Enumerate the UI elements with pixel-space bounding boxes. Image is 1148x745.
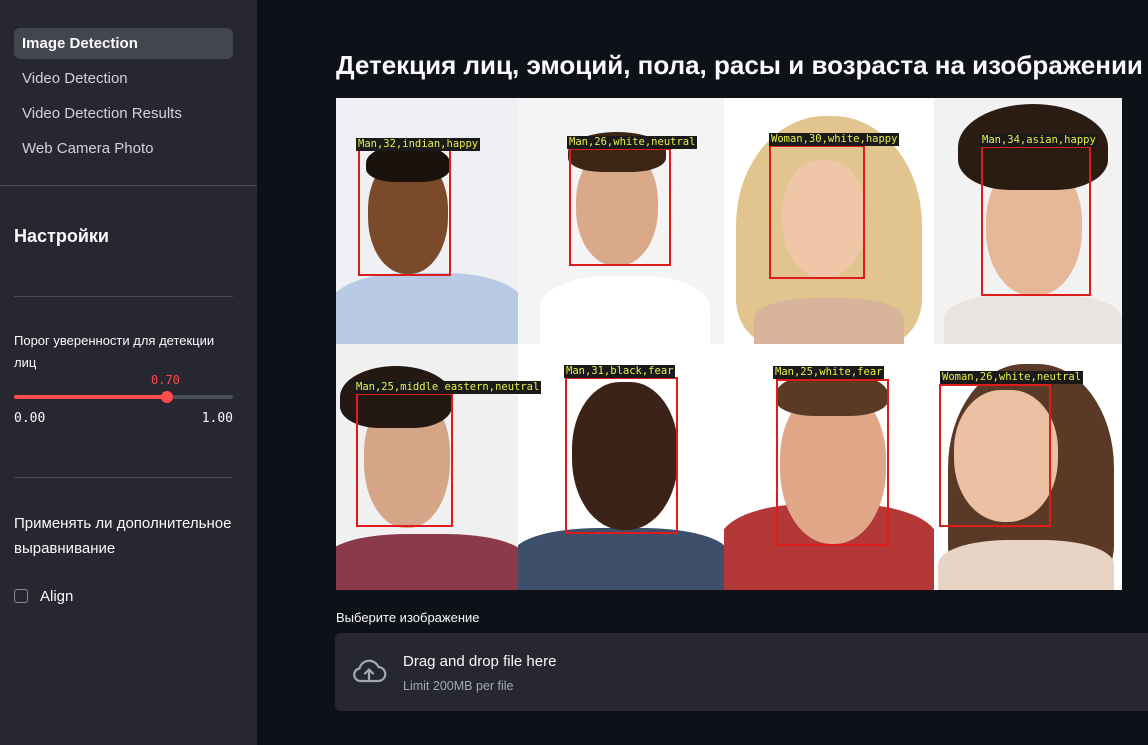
detection-label: Man,34,asian,happy: [980, 134, 1098, 147]
shirt-shape: [754, 298, 904, 344]
face-bounding-box: [569, 148, 671, 266]
detection-label: Man,25,white,fear: [773, 366, 885, 379]
confidence-slider-min: 0.00: [14, 411, 46, 426]
align-checkbox-label: Align: [40, 587, 74, 605]
face-bounding-box: [565, 377, 678, 534]
detection-label: Man,32,indian,happy: [356, 138, 481, 151]
dropzone-title: Drag and drop file here: [403, 653, 557, 670]
confidence-slider-label: Порог уверенности для детекции лиц: [14, 333, 215, 370]
shirt-shape: [938, 540, 1114, 590]
shirt-shape: [336, 273, 518, 344]
shirt-shape: [336, 534, 518, 590]
cloud-upload-icon: [353, 659, 387, 683]
detection-label: Man,31,black,fear: [564, 365, 676, 378]
shirt-shape: [944, 294, 1122, 344]
confidence-slider-value: 0.70: [151, 373, 180, 387]
uploader-label: Выберите изображение: [336, 610, 480, 625]
nav-item-image-detection[interactable]: Image Detection: [14, 28, 233, 59]
detection-label: Man,25,middle eastern,neutral: [354, 381, 542, 394]
face-bounding-box: [358, 149, 451, 276]
settings-divider: [14, 296, 233, 297]
confidence-slider[interactable]: [14, 391, 233, 403]
slider-divider: [14, 477, 233, 478]
nav-item-video-detection[interactable]: Video Detection: [14, 63, 233, 94]
file-dropzone[interactable]: Drag and drop file here Limit 200MB per …: [335, 633, 1148, 711]
confidence-slider-thumb[interactable]: [161, 391, 174, 403]
confidence-slider-fill: [14, 395, 168, 399]
detection-label: Woman,26,white,neutral: [940, 371, 1084, 384]
align-checkbox-row[interactable]: Align: [14, 586, 73, 606]
settings-title: Настройки: [14, 226, 109, 246]
nav-item-video-detection-results[interactable]: Video Detection Results: [14, 98, 233, 129]
dropzone-limit: Limit 200MB per file: [403, 679, 514, 693]
sidebar: Image Detection Video Detection Video De…: [0, 0, 257, 745]
nav-item-web-camera-photo[interactable]: Web Camera Photo: [14, 133, 233, 164]
face-bounding-box: [939, 384, 1051, 527]
detection-label: Woman,30,white,happy: [769, 133, 900, 146]
nav-divider: [0, 185, 257, 186]
confidence-slider-max: 1.00: [201, 411, 233, 426]
shirt-shape: [540, 276, 710, 344]
face-bounding-box: [981, 146, 1091, 296]
detection-result-image: Man,32,indian,happy Man,26,white,neutral…: [336, 98, 1122, 590]
face-bounding-box: [769, 145, 865, 279]
align-question: Применять ли дополнительное выравнивание: [14, 515, 232, 557]
align-checkbox[interactable]: [14, 589, 28, 603]
face-bounding-box: [776, 379, 889, 546]
sidebar-nav: Image Detection Video Detection Video De…: [14, 28, 233, 168]
face-bounding-box: [356, 393, 453, 527]
page-title: Детекция лиц, эмоций, пола, расы и возра…: [336, 50, 1143, 80]
detection-label: Man,26,white,neutral: [567, 136, 698, 149]
shirt-shape: [518, 528, 724, 590]
